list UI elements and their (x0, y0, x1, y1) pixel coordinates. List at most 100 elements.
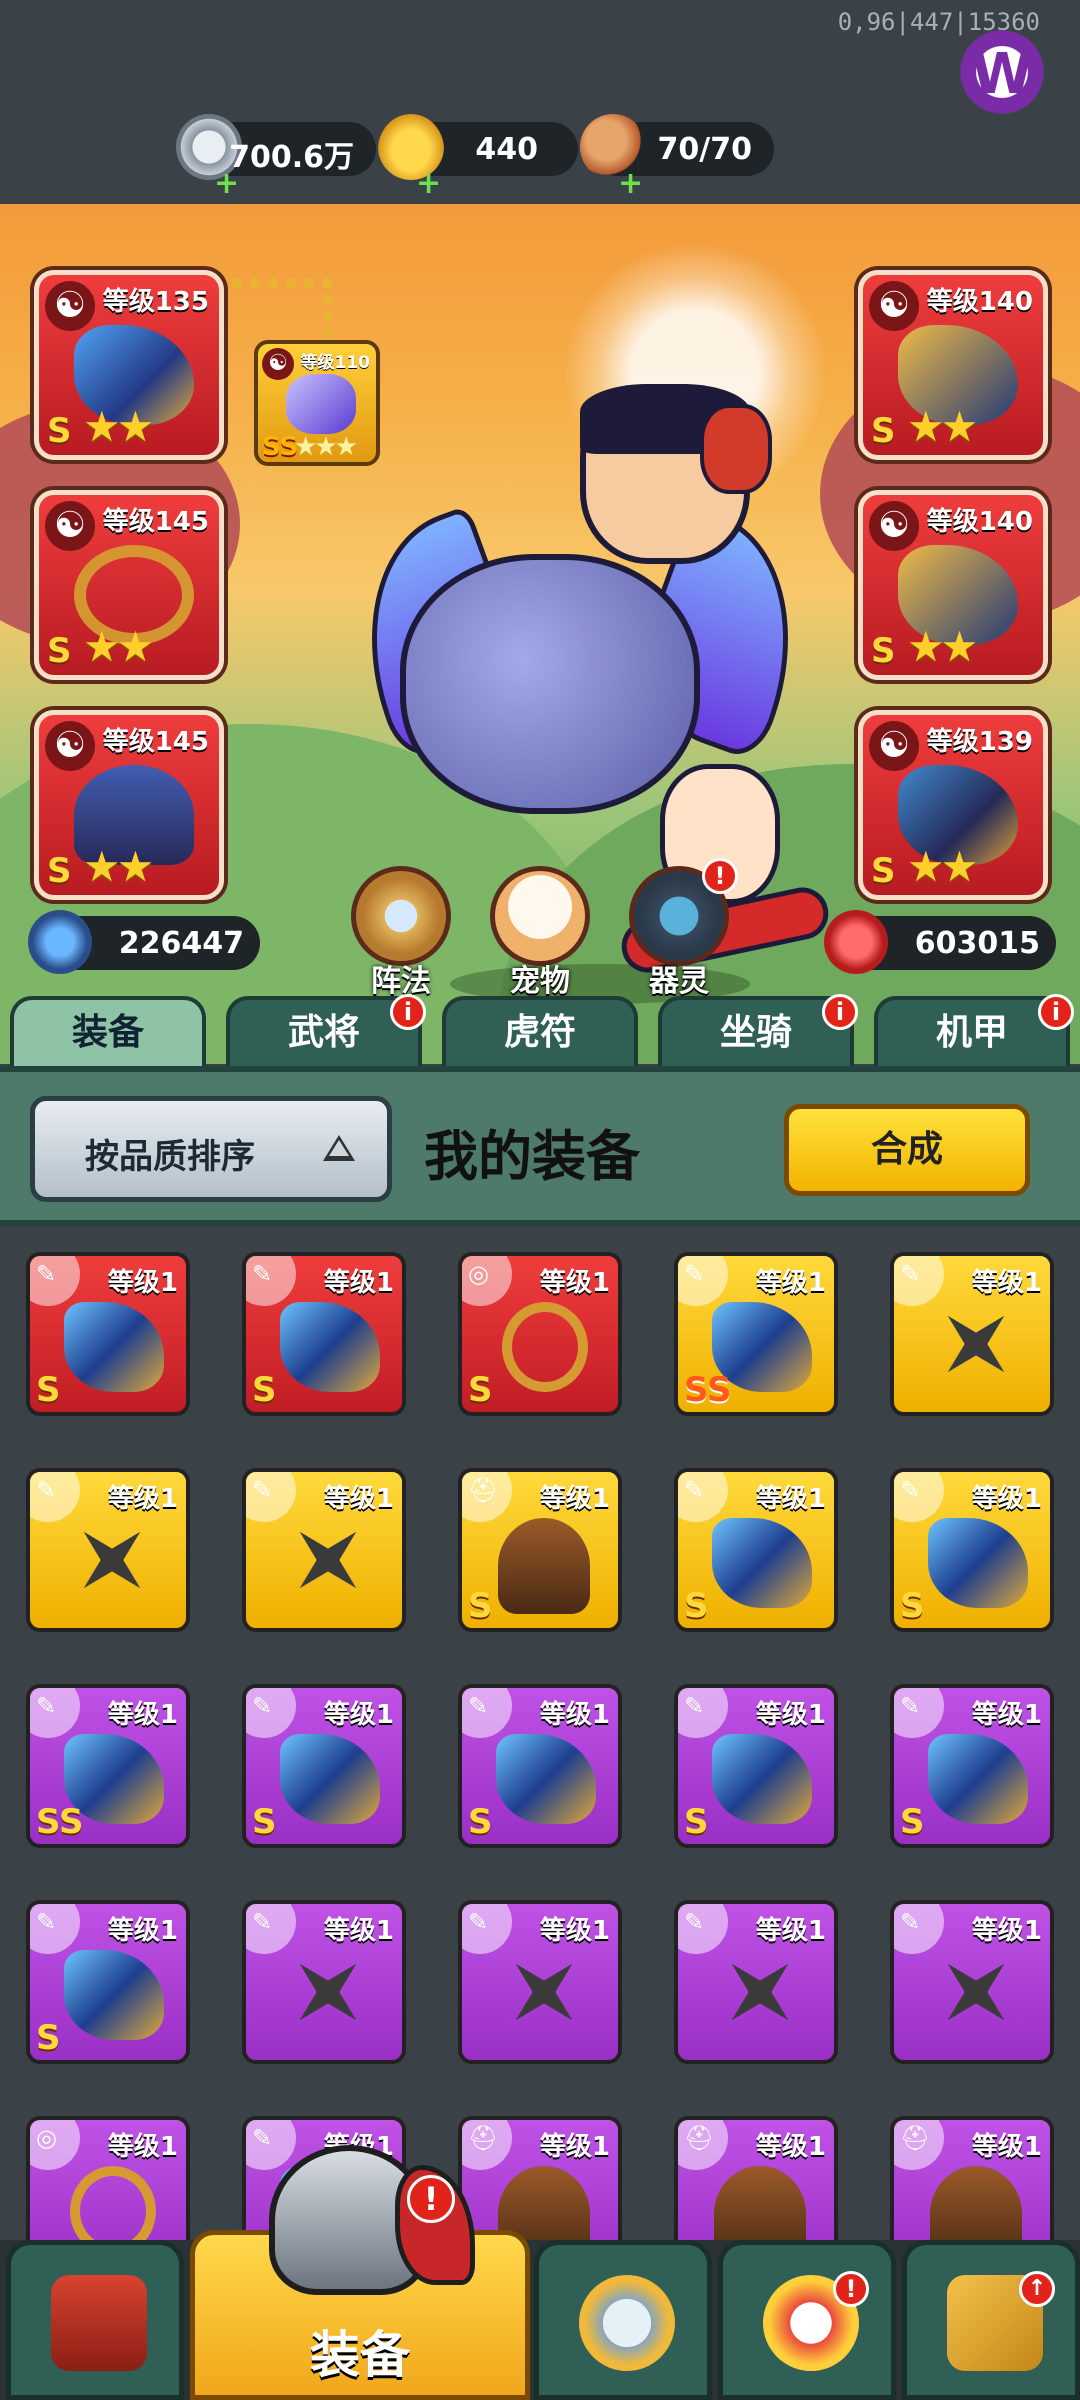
nav-equipment[interactable]: ! 装备 (190, 2145, 530, 2400)
weapon-slot-icon: ✎ (252, 1260, 273, 1288)
shuriken-icon (55, 1503, 168, 1616)
sort-by-quality-button[interactable]: 按品质排序 (30, 1096, 392, 1202)
tab-label: 武将 (287, 1012, 360, 1053)
equip-slot-right-3[interactable]: ☯ 等级139 S ★★ (858, 710, 1048, 900)
slot-stars: ★★ (907, 842, 978, 891)
weapon-icon (928, 1518, 1028, 1608)
stamina-resource[interactable]: + 70/70 (580, 114, 774, 201)
upgrade-arrow-icon: ↑ (1019, 2271, 1055, 2307)
weapon-slot-icon: ✎ (900, 1908, 921, 1936)
weapon-slot-icon: ✎ (36, 1260, 57, 1288)
inventory-item[interactable]: ✎ 等级1 (890, 1252, 1054, 1416)
weapon-slot-icon: ✎ (684, 1476, 705, 1504)
inventory-title: 我的装备 (424, 1125, 640, 1188)
item-level: 等级1 (971, 1916, 1042, 1946)
slot-level: 等级145 (102, 727, 209, 757)
silver-resource[interactable]: + 700.6万 (176, 114, 376, 201)
tab-mecha[interactable]: 机甲 i (874, 994, 1074, 1066)
item-level: 等级1 (323, 1916, 394, 1946)
slot-stars: ★★ (907, 402, 978, 451)
weapon-slot-icon: ✎ (36, 1476, 57, 1504)
weapon-slot-icon: ✎ (468, 1908, 489, 1936)
equip-slot-right-2[interactable]: ☯ 等级140 S ★★ (858, 490, 1048, 680)
info-badge: i (822, 994, 858, 1030)
nav-shop[interactable] (6, 2240, 184, 2400)
weapon-slot-icon: ✎ (252, 1908, 273, 1936)
overlay-logo-icon[interactable]: W (938, 16, 1066, 128)
slot-grade: S (47, 631, 72, 671)
slot-grade: S (47, 411, 72, 451)
top-bar: 0,96|447|15360 W + 700.6万 + 440 + 70/70 (0, 0, 1080, 204)
attack-value: 226447 (118, 926, 244, 961)
tab-mounts[interactable]: 坐骑 i (658, 994, 858, 1066)
add-gold-icon[interactable]: + (416, 166, 441, 201)
weapon-icon (280, 1734, 380, 1824)
equip-slot-left-3[interactable]: ☯ 等级145 S ★★ (34, 710, 224, 900)
item-level: 等级1 (323, 1268, 394, 1298)
equip-slot-left-2[interactable]: ☯ 等级145 S ★★ (34, 490, 224, 680)
pet-button[interactable]: 宠物 (485, 866, 595, 1000)
inventory-item[interactable]: ◎ 等级1 S (458, 1252, 622, 1416)
sword-attack-icon (28, 910, 92, 974)
slot-level: 等级135 (102, 287, 209, 317)
item-grade: SS (36, 1802, 84, 1842)
item-level: 等级1 (539, 1484, 610, 1514)
merge-button[interactable]: 合成 (784, 1104, 1030, 1196)
stamina-value: 70/70 (657, 132, 752, 167)
weapon-icon (496, 1734, 596, 1824)
tab-generals[interactable]: 武将 i (226, 994, 426, 1066)
add-stamina-icon[interactable]: + (618, 166, 643, 201)
item-level: 等级1 (539, 1700, 610, 1730)
inventory-item[interactable]: ✎ 等级1 (674, 1900, 838, 2064)
slot-stars: ★★ (907, 622, 978, 671)
formation-button[interactable]: 阵法 (346, 866, 456, 1000)
chain-link-icon (232, 278, 332, 338)
slot-level: 等级140 (926, 287, 1033, 317)
inventory-item[interactable]: ✎ 等级1 (458, 1900, 622, 2064)
item-level: 等级1 (107, 1700, 178, 1730)
inventory-item[interactable]: ✎ 等级1 S (674, 1684, 838, 1848)
inventory-item[interactable]: ✎ 等级1 (242, 1900, 406, 2064)
inventory-item[interactable]: ✎ 等级1 S (242, 1684, 406, 1848)
inventory-item[interactable]: ✎ 等级1 S (674, 1468, 838, 1632)
weapon-slot-icon: ✎ (684, 1908, 705, 1936)
nav-battle[interactable] (534, 2240, 712, 2400)
inventory-item[interactable]: ✎ 等级1 S (26, 1252, 190, 1416)
item-grade: S (468, 1802, 493, 1842)
inventory-item[interactable]: ✎ 等级1 SS (674, 1252, 838, 1416)
health-value: 603015 (914, 926, 1040, 961)
inventory-item[interactable]: ✎ 等级1 SS (26, 1684, 190, 1848)
equip-slot-right-1[interactable]: ☯ 等级140 S ★★ (858, 270, 1048, 460)
triangle-up-icon (323, 1135, 355, 1161)
inventory-item[interactable]: ✎ 等级1 S (890, 1684, 1054, 1848)
shuriken-icon (703, 1935, 816, 2048)
slot-grade: S (47, 851, 72, 891)
slot-level: 等级145 (102, 507, 209, 537)
inventory-item[interactable]: ✎ 等级1 S (458, 1684, 622, 1848)
linked-equip-slot[interactable]: ☯ 等级110 SS ★★★ (254, 340, 380, 466)
nav-upgrade[interactable]: ↑ (902, 2240, 1080, 2400)
shuriken-icon (271, 1935, 384, 2048)
inventory-item[interactable]: ✎ 等级1 S (242, 1252, 406, 1416)
spirit-button[interactable]: 器灵 ! (624, 858, 738, 1000)
inventory-item[interactable]: ✎ 等级1 (890, 1900, 1054, 2064)
yin-yang-icon: ☯ (45, 501, 95, 551)
tab-equipment[interactable]: 装备 (10, 996, 206, 1066)
tab-tiger-tally[interactable]: 虎符 (442, 996, 638, 1066)
silver-value: 700.6万 (229, 140, 354, 175)
item-grade: S (36, 2018, 61, 2058)
inventory-item[interactable]: ✎ 等级1 (26, 1468, 190, 1632)
item-level: 等级1 (755, 1484, 826, 1514)
item-grade: S (36, 1370, 61, 1410)
equip-slot-left-1[interactable]: ☯ 等级135 S ★★ (34, 270, 224, 460)
inventory-item[interactable]: ⛑ 等级1 S (458, 1468, 622, 1632)
inventory-item[interactable]: ✎ 等级1 (242, 1468, 406, 1632)
nav-events[interactable]: ! (718, 2240, 896, 2400)
inventory-item[interactable]: ✎ 等级1 S (890, 1468, 1054, 1632)
shuriken-icon (487, 1935, 600, 2048)
inventory-item[interactable]: ✎ 等级1 S (26, 1900, 190, 2064)
item-level: 等级1 (755, 2132, 826, 2162)
item-level: 等级1 (107, 2132, 178, 2162)
gold-resource[interactable]: + 440 (378, 114, 578, 201)
slot-grade: S (871, 631, 896, 671)
